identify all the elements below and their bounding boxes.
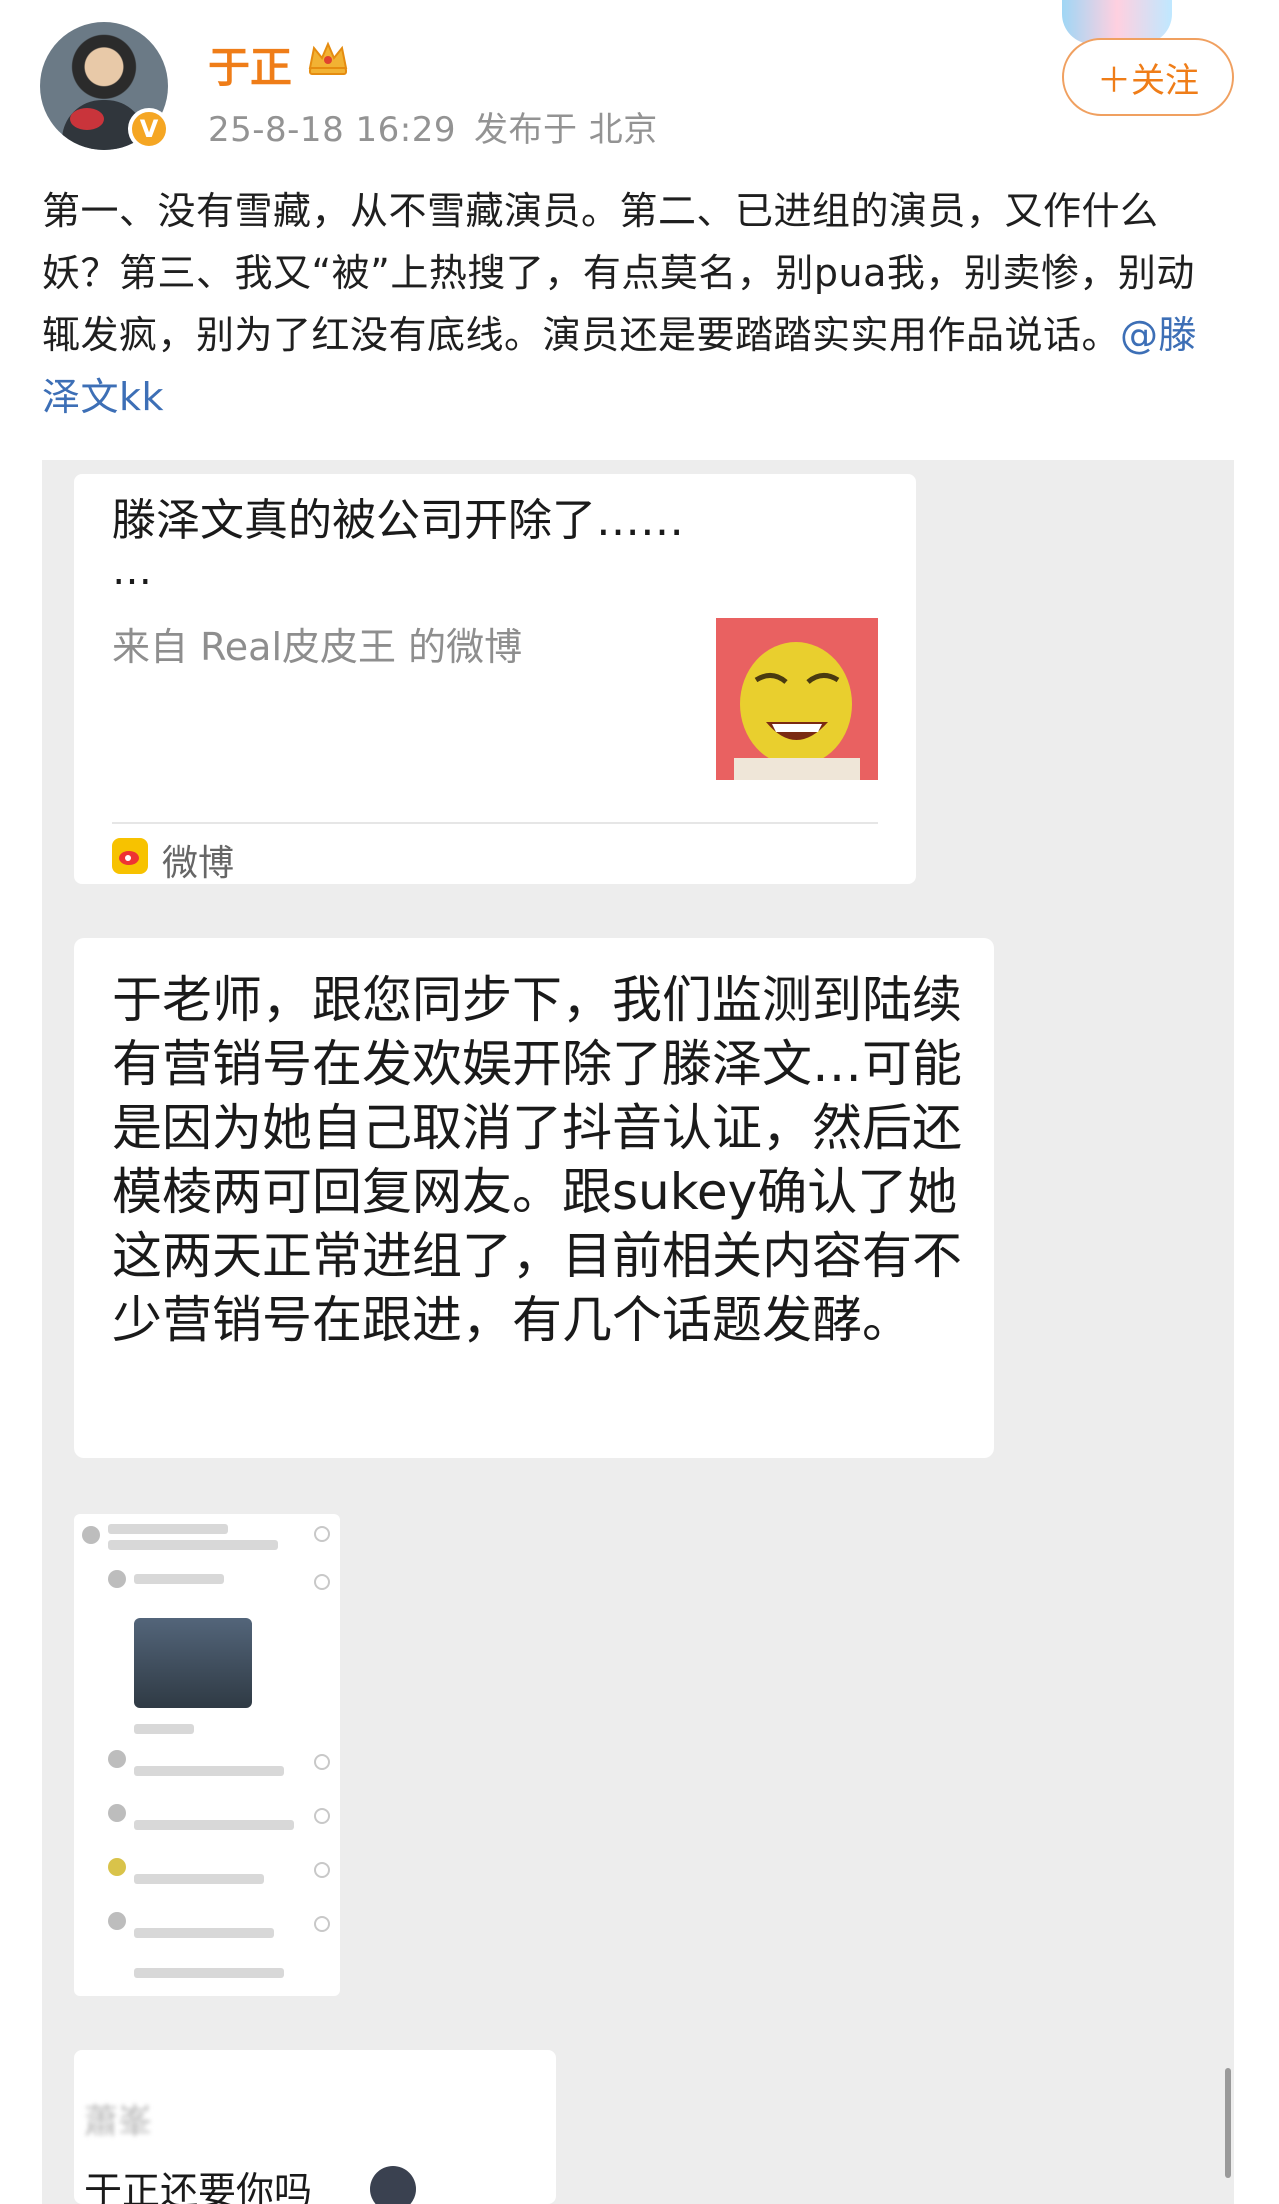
heart-icon xyxy=(314,1916,330,1932)
follow-button[interactable]: ＋关注 xyxy=(1062,38,1234,116)
post-text: 第一、没有雪藏，从不雪藏演员。第二、已进组的演员，又作什么妖？第三、我又“被”上… xyxy=(42,180,1232,428)
comment-avatar xyxy=(108,1804,126,1822)
comment-line xyxy=(108,1524,228,1534)
post-location: 发布于 北京 xyxy=(474,110,658,150)
comment-avatar xyxy=(108,1912,126,1930)
comment-avatar xyxy=(108,1858,126,1876)
comment-avatar xyxy=(108,1570,126,1588)
chat-message-text: 于老师，跟您同步下，我们监测到陆续有营销号在发欢娱开除了滕泽文…可能是因为她自己… xyxy=(112,971,962,1349)
username[interactable]: 于正 xyxy=(208,34,292,95)
comment-avatar xyxy=(82,1526,100,1544)
comment-avatar xyxy=(108,1750,126,1768)
post-meta: 25-8-18 16:29 发布于 北京 xyxy=(208,102,676,151)
avatar-flower xyxy=(70,108,104,130)
comment-line xyxy=(108,1540,278,1550)
comment-line xyxy=(134,1766,284,1776)
heart-icon xyxy=(314,1754,330,1770)
heart-icon xyxy=(314,1808,330,1824)
shared-card-title-continuation: … xyxy=(112,548,152,594)
chat-message-text-bottom: 于正还要你吗 xyxy=(84,2169,313,2204)
comment-line xyxy=(134,1968,284,1978)
heart-icon xyxy=(314,1574,330,1590)
platform-label: 微博 xyxy=(162,843,235,884)
sticker-image xyxy=(134,1618,252,1708)
heart-icon xyxy=(314,1526,330,1542)
weibo-icon xyxy=(112,838,148,874)
sad-face-icon xyxy=(370,2166,416,2204)
comment-line xyxy=(134,1874,264,1884)
chat-sender-name: 蕭峯 xyxy=(84,2102,152,2142)
chat-message-bubble: 于老师，跟您同步下，我们监测到陆续有营销号在发欢娱开除了滕泽文…可能是因为她自己… xyxy=(74,938,994,1458)
comment-line xyxy=(134,1820,294,1830)
comment-line xyxy=(134,1928,274,1938)
shared-card-title: 滕泽文真的被公司开除了…… xyxy=(112,495,684,546)
heart-icon xyxy=(314,1862,330,1878)
shared-weibo-card[interactable]: 滕泽文真的被公司开除了…… … 来自 Real皮皮王 的微博 微博 xyxy=(74,474,916,884)
post-timestamp: 25-8-18 16:29 xyxy=(208,110,456,150)
shared-card-source: 来自 Real皮皮王 的微博 xyxy=(112,625,523,669)
comment-thread-screenshot xyxy=(74,1514,340,1996)
shared-card-divider xyxy=(112,822,878,824)
post-body: 第一、没有雪藏，从不雪藏演员。第二、已进组的演员，又作什么妖？第三、我又“被”上… xyxy=(42,189,1195,357)
comment-line xyxy=(134,1724,194,1734)
crown-icon xyxy=(308,41,348,75)
comment-line xyxy=(134,1574,224,1584)
chat-message-bubble-bottom: 蕭峯 于正还要你吗 xyxy=(74,2050,556,2204)
cartoon-face-icon xyxy=(716,618,878,780)
verified-badge-icon: V xyxy=(128,108,170,150)
scrollbar[interactable] xyxy=(1225,2068,1231,2178)
